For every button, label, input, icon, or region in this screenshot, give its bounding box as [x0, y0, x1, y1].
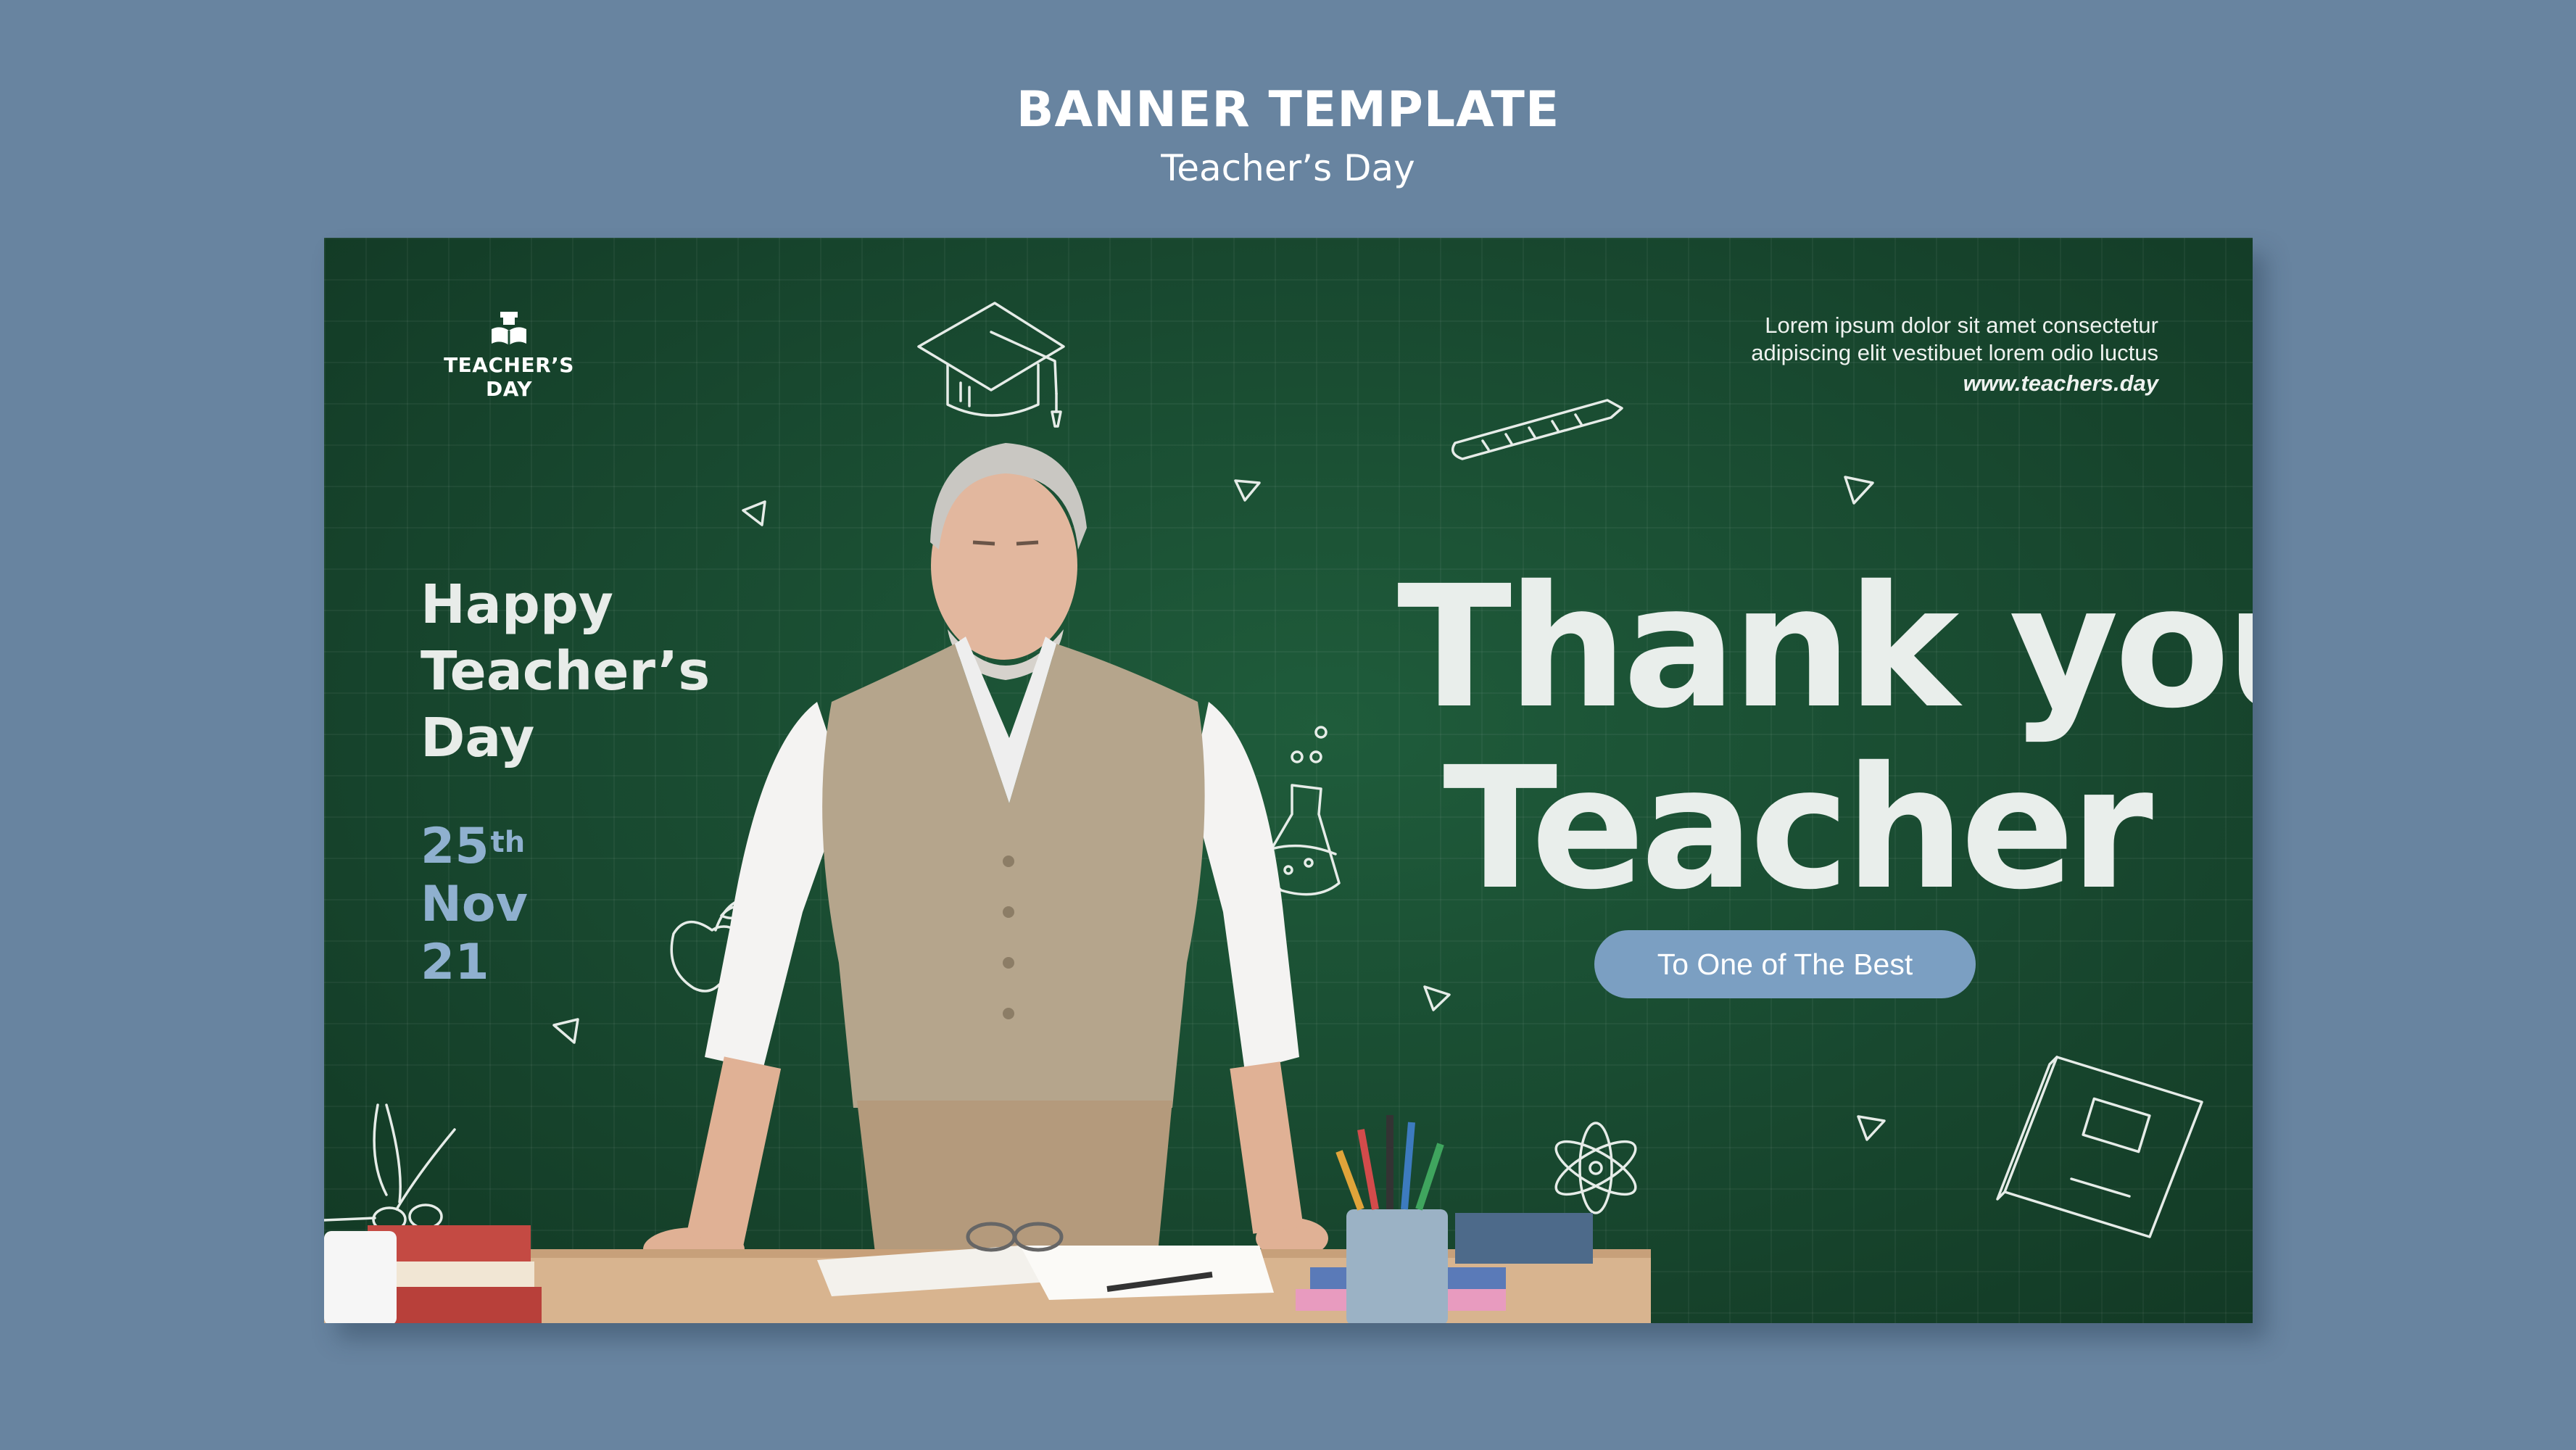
date-day: 25: [421, 818, 489, 875]
page-header: BANNER TEMPLATE Teacher’s Day: [0, 78, 2576, 191]
date-year: 21: [421, 934, 489, 991]
greeting-line-3: Day: [421, 707, 535, 769]
date-suffix: th: [490, 826, 526, 859]
greeting: Happy Teacher’s Day: [421, 571, 710, 771]
page-title: BANNER TEMPLATE: [1016, 81, 1560, 138]
info-line-1: Lorem ipsum dolor sit amet consectetur: [1765, 312, 2158, 338]
headline-line-2: Teacher: [1443, 731, 2153, 927]
banner: TEACHER’S DAY Happy Teacher’s Day 25th N…: [324, 238, 2253, 1323]
info-line-2: adipiscing elit vestibuet lorem odio luc…: [1751, 340, 2158, 365]
greeting-line-2: Teacher’s: [421, 640, 711, 703]
headline: Thank you Teacher: [1397, 550, 2253, 927]
headline-line-1: Thank you: [1397, 550, 2253, 745]
cta-button[interactable]: To One of The Best: [1594, 930, 1976, 998]
website-link[interactable]: www.teachers.day: [1607, 370, 2158, 397]
brand-text: TEACHER’S DAY: [444, 353, 574, 401]
date-month: Nov: [421, 876, 528, 933]
page-subtitle: Teacher’s Day: [1161, 147, 1415, 189]
info-block: Lorem ipsum dolor sit amet consectetur a…: [1607, 312, 2158, 397]
greeting-line-1: Happy: [421, 573, 614, 636]
book-graduation-icon: [492, 312, 526, 345]
event-date: 25th Nov 21: [421, 818, 528, 992]
brand-logo: TEACHER’S DAY: [418, 310, 600, 401]
